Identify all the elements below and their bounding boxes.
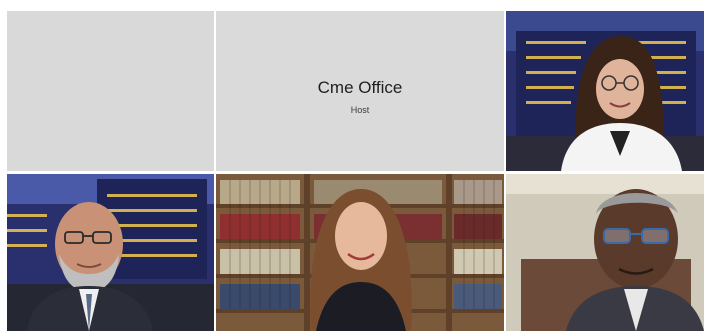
participant-video-tile[interactable] — [506, 174, 704, 331]
participant-video-tile[interactable] — [7, 174, 214, 331]
participant-video-feed — [506, 11, 704, 171]
participant-video-tile[interactable] — [216, 174, 504, 331]
participant-video-feed — [506, 174, 704, 331]
participant-video-feed — [216, 174, 504, 331]
participant-video-feed — [7, 174, 214, 331]
participant-tile-empty[interactable] — [7, 11, 214, 171]
participant-tile-host[interactable]: Cme Office Host — [216, 11, 504, 171]
participant-video-tile[interactable] — [506, 11, 704, 171]
participant-name: Cme Office — [317, 78, 403, 97]
participant-role-label: Host — [350, 105, 370, 115]
